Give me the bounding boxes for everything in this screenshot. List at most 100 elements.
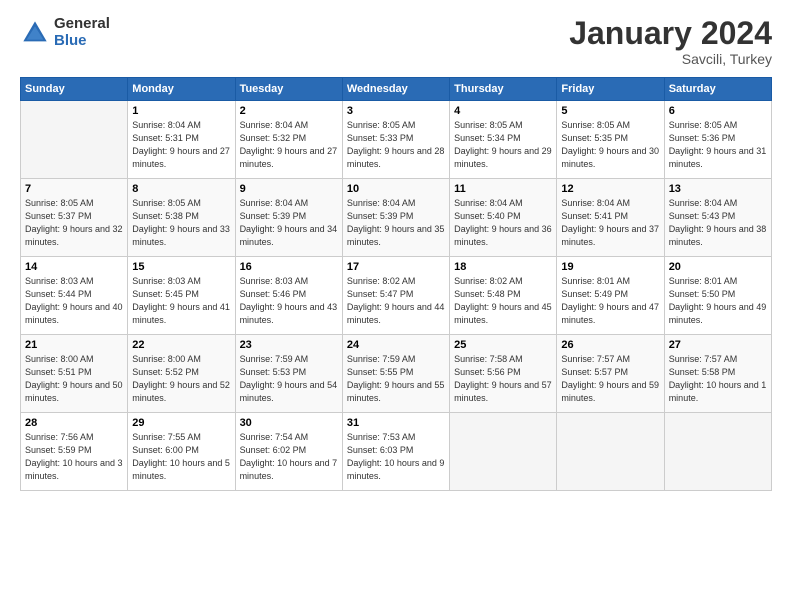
day-number: 5 <box>561 105 659 117</box>
calendar-cell: 31Sunrise: 7:53 AMSunset: 6:03 PMDayligh… <box>342 413 449 491</box>
day-info: Sunrise: 8:05 AMSunset: 5:38 PMDaylight:… <box>132 197 230 249</box>
day-number: 29 <box>132 417 230 429</box>
day-number: 6 <box>669 105 767 117</box>
calendar-cell: 6 Sunrise: 8:05 AMSunset: 5:36 PMDaylight… <box>664 101 771 179</box>
weekday-header: Wednesday <box>342 78 449 101</box>
calendar-cell: 19 Sunrise: 8:01 AMSunset: 5:49 PMDayligh… <box>557 257 664 335</box>
calendar-cell: 24 Sunrise: 7:59 AMSunset: 5:55 PMDayligh… <box>342 335 449 413</box>
day-info: Sunrise: 7:54 AMSunset: 6:02 PMDaylight:… <box>240 431 338 483</box>
logo-general: General <box>54 16 110 33</box>
day-info: Sunrise: 8:02 AMSunset: 5:47 PMDaylight:… <box>347 275 445 327</box>
day-info: Sunrise: 8:04 AMSunset: 5:41 PMDaylight:… <box>561 197 659 249</box>
calendar-cell: 9Sunrise: 8:04 AMSunset: 5:39 PMDaylight… <box>235 179 342 257</box>
day-info: Sunrise: 7:55 AMSunset: 6:00 PMDaylight:… <box>132 431 230 483</box>
day-number: 19 <box>561 261 659 273</box>
day-info: Sunrise: 7:53 AMSunset: 6:03 PMDaylight:… <box>347 431 445 483</box>
calendar-body: 1Sunrise: 8:04 AMSunset: 5:31 PMDaylight… <box>21 101 772 491</box>
calendar-cell: 14 Sunrise: 8:03 AMSunset: 5:44 PMDayligh… <box>21 257 128 335</box>
calendar-cell <box>557 413 664 491</box>
day-number: 21 <box>25 339 123 351</box>
logo: General Blue <box>20 16 110 49</box>
day-info: Sunrise: 8:05 AMSunset: 5:35 PMDaylight:… <box>561 119 659 171</box>
day-number: 30 <box>240 417 338 429</box>
calendar-cell <box>664 413 771 491</box>
calendar-cell: 12Sunrise: 8:04 AMSunset: 5:41 PMDayligh… <box>557 179 664 257</box>
weekday-header: Friday <box>557 78 664 101</box>
day-info: Sunrise: 8:01 AMSunset: 5:50 PMDaylight:… <box>669 275 767 327</box>
day-info: Sunrise: 8:05 AMSunset: 5:33 PMDaylight:… <box>347 119 445 171</box>
day-info: Sunrise: 8:04 AMSunset: 5:39 PMDaylight:… <box>347 197 445 249</box>
calendar-cell: 26Sunrise: 7:57 AMSunset: 5:57 PMDayligh… <box>557 335 664 413</box>
calendar-week-row: 1Sunrise: 8:04 AMSunset: 5:31 PMDaylight… <box>21 101 772 179</box>
title-block: January 2024 Savcili, Turkey <box>569 16 772 67</box>
calendar-cell <box>21 101 128 179</box>
weekday-header: Thursday <box>450 78 557 101</box>
header: General Blue January 2024 Savcili, Turke… <box>20 16 772 67</box>
calendar-cell: 17 Sunrise: 8:02 AMSunset: 5:47 PMDayligh… <box>342 257 449 335</box>
day-info: Sunrise: 7:59 AMSunset: 5:55 PMDaylight:… <box>347 353 445 405</box>
day-number: 25 <box>454 339 552 351</box>
day-number: 17 <box>347 261 445 273</box>
calendar-cell <box>450 413 557 491</box>
calendar-cell: 11Sunrise: 8:04 AMSunset: 5:40 PMDayligh… <box>450 179 557 257</box>
day-number: 20 <box>669 261 767 273</box>
weekday-header: Saturday <box>664 78 771 101</box>
calendar-week-row: 21 Sunrise: 8:00 AMSunset: 5:51 PMDayligh… <box>21 335 772 413</box>
day-info: Sunrise: 7:59 AMSunset: 5:53 PMDaylight:… <box>240 353 338 405</box>
day-number: 1 <box>132 105 230 117</box>
calendar-cell: 20 Sunrise: 8:01 AMSunset: 5:50 PMDayligh… <box>664 257 771 335</box>
day-number: 8 <box>132 183 230 195</box>
calendar-cell: 28Sunrise: 7:56 AMSunset: 5:59 PMDayligh… <box>21 413 128 491</box>
day-info: Sunrise: 8:04 AMSunset: 5:32 PMDaylight:… <box>240 119 338 171</box>
day-info: Sunrise: 8:01 AMSunset: 5:49 PMDaylight:… <box>561 275 659 327</box>
day-number: 13 <box>669 183 767 195</box>
day-number: 22 <box>132 339 230 351</box>
calendar-cell: 15Sunrise: 8:03 AMSunset: 5:45 PMDayligh… <box>128 257 235 335</box>
calendar-cell: 2 Sunrise: 8:04 AMSunset: 5:32 PMDaylight… <box>235 101 342 179</box>
calendar-table: SundayMondayTuesdayWednesdayThursdayFrid… <box>20 77 772 491</box>
day-number: 14 <box>25 261 123 273</box>
day-info: Sunrise: 8:04 AMSunset: 5:43 PMDaylight:… <box>669 197 767 249</box>
logo-blue: Blue <box>54 33 110 50</box>
day-number: 10 <box>347 183 445 195</box>
day-info: Sunrise: 7:58 AMSunset: 5:56 PMDaylight:… <box>454 353 552 405</box>
day-info: Sunrise: 8:05 AMSunset: 5:34 PMDaylight:… <box>454 119 552 171</box>
day-number: 4 <box>454 105 552 117</box>
day-info: Sunrise: 8:04 AMSunset: 5:40 PMDaylight:… <box>454 197 552 249</box>
calendar-cell: 16Sunrise: 8:03 AMSunset: 5:46 PMDayligh… <box>235 257 342 335</box>
day-info: Sunrise: 7:56 AMSunset: 5:59 PMDaylight:… <box>25 431 123 483</box>
day-info: Sunrise: 8:03 AMSunset: 5:44 PMDaylight:… <box>25 275 123 327</box>
calendar-cell: 25 Sunrise: 7:58 AMSunset: 5:56 PMDayligh… <box>450 335 557 413</box>
calendar-header-row: SundayMondayTuesdayWednesdayThursdayFrid… <box>21 78 772 101</box>
calendar-cell: 8 Sunrise: 8:05 AMSunset: 5:38 PMDaylight… <box>128 179 235 257</box>
day-number: 2 <box>240 105 338 117</box>
calendar-cell: 7Sunrise: 8:05 AMSunset: 5:37 PMDaylight… <box>21 179 128 257</box>
day-number: 16 <box>240 261 338 273</box>
calendar-cell: 18 Sunrise: 8:02 AMSunset: 5:48 PMDayligh… <box>450 257 557 335</box>
day-number: 24 <box>347 339 445 351</box>
day-number: 18 <box>454 261 552 273</box>
calendar-cell: 27 Sunrise: 7:57 AMSunset: 5:58 PMDayligh… <box>664 335 771 413</box>
day-info: Sunrise: 8:00 AMSunset: 5:51 PMDaylight:… <box>25 353 123 405</box>
day-number: 23 <box>240 339 338 351</box>
day-info: Sunrise: 7:57 AMSunset: 5:58 PMDaylight:… <box>669 353 767 405</box>
day-number: 3 <box>347 105 445 117</box>
calendar-cell: 22Sunrise: 8:00 AMSunset: 5:52 PMDayligh… <box>128 335 235 413</box>
calendar-page: General Blue January 2024 Savcili, Turke… <box>0 0 792 612</box>
day-number: 27 <box>669 339 767 351</box>
calendar-cell: 13 Sunrise: 8:04 AMSunset: 5:43 PMDayligh… <box>664 179 771 257</box>
day-number: 26 <box>561 339 659 351</box>
calendar-week-row: 28Sunrise: 7:56 AMSunset: 5:59 PMDayligh… <box>21 413 772 491</box>
day-info: Sunrise: 8:02 AMSunset: 5:48 PMDaylight:… <box>454 275 552 327</box>
day-info: Sunrise: 8:05 AMSunset: 5:37 PMDaylight:… <box>25 197 123 249</box>
location-subtitle: Savcili, Turkey <box>569 51 772 67</box>
calendar-week-row: 14 Sunrise: 8:03 AMSunset: 5:44 PMDayligh… <box>21 257 772 335</box>
calendar-cell: 29 Sunrise: 7:55 AMSunset: 6:00 PMDayligh… <box>128 413 235 491</box>
calendar-cell: 3 Sunrise: 8:05 AMSunset: 5:33 PMDaylight… <box>342 101 449 179</box>
weekday-header: Monday <box>128 78 235 101</box>
day-info: Sunrise: 8:05 AMSunset: 5:36 PMDaylight:… <box>669 119 767 171</box>
calendar-week-row: 7Sunrise: 8:05 AMSunset: 5:37 PMDaylight… <box>21 179 772 257</box>
calendar-cell: 30 Sunrise: 7:54 AMSunset: 6:02 PMDayligh… <box>235 413 342 491</box>
weekday-header: Sunday <box>21 78 128 101</box>
calendar-cell: 10 Sunrise: 8:04 AMSunset: 5:39 PMDayligh… <box>342 179 449 257</box>
